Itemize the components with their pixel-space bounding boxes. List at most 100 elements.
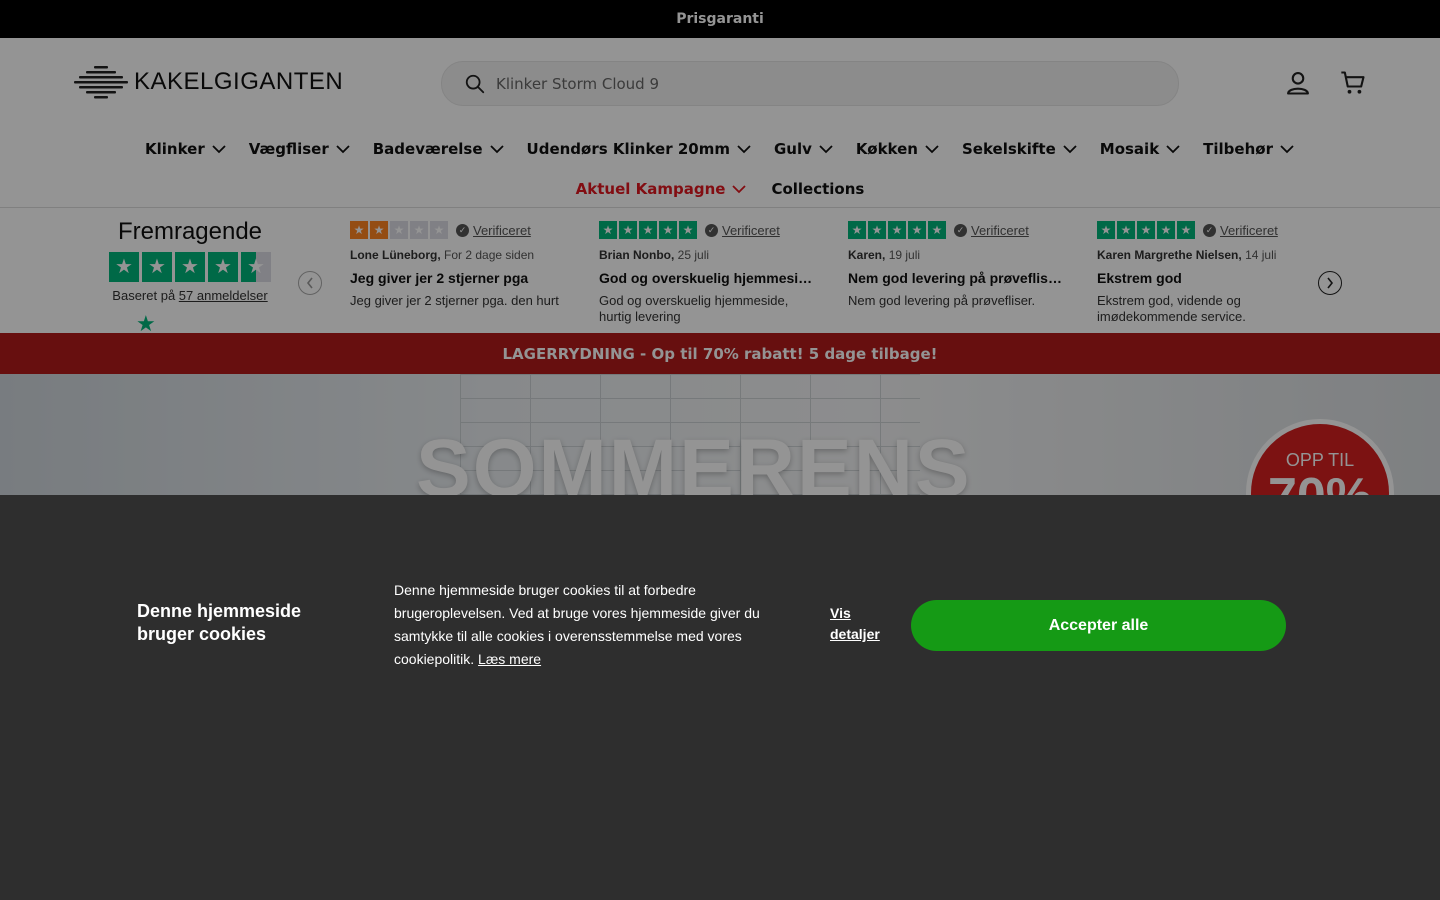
- review-stars: ★ ★ ★ ★ ★ ✓ Verificeret: [848, 221, 1068, 239]
- review-card[interactable]: ★ ★ ★ ★ ★ ✓ Verificeret Brian Nonbo, 25 j…: [599, 221, 819, 325]
- promo-text: LAGERRYDNING - Op til 70% rabatt! 5 dage…: [502, 344, 938, 363]
- cookie-title: Denne hjemmeside bruger cookies: [137, 601, 302, 644]
- star-icon: ★: [1157, 221, 1175, 239]
- chevron-down-icon: [925, 145, 939, 154]
- cookie-description: Denne hjemmeside bruger cookies til at f…: [394, 582, 760, 667]
- verified-link[interactable]: ✓ Verificeret: [705, 223, 780, 238]
- user-icon: [1287, 72, 1309, 95]
- verified-link[interactable]: ✓ Verificeret: [1203, 223, 1278, 238]
- cookie-consent-banner: Denne hjemmeside bruger cookies Denne hj…: [0, 495, 1440, 900]
- chevron-down-icon: [1166, 145, 1180, 154]
- announcement-bar: Prisgaranti: [0, 0, 1440, 38]
- trustpilot-stars: ★ ★ ★ ★ ★: [100, 252, 280, 282]
- star-icon: ★: [619, 221, 637, 239]
- review-title: Jeg giver jer 2 stjerner pga: [350, 270, 529, 286]
- chevron-down-icon: [1063, 145, 1077, 154]
- star-icon: ★: [1097, 221, 1115, 239]
- star-icon: ★: [208, 252, 238, 282]
- verified-link[interactable]: ✓ Verificeret: [954, 223, 1029, 238]
- review-stars: ★ ★ ★ ★ ★ ✓ Verificeret: [599, 221, 819, 239]
- star-icon: ★: [350, 221, 368, 239]
- accept-all-button[interactable]: Accepter alle: [911, 600, 1286, 651]
- star-icon: ★: [175, 252, 205, 282]
- review-title: Ekstrem god: [1097, 270, 1182, 286]
- cart-icon: [1341, 71, 1365, 94]
- star-icon: ★: [142, 252, 172, 282]
- trustpilot-rating-title: Fremragende: [117, 218, 263, 245]
- badge-value: 70%: [1251, 467, 1389, 495]
- reviews-next-button[interactable]: [1318, 271, 1342, 295]
- trustpilot-review-count: Baseret på 57 anmeldelser: [112, 288, 268, 303]
- chevron-down-icon: [732, 185, 747, 194]
- review-card[interactable]: ★ ★ ★ ★ ★ ✓ Verificeret Karen Margrethe N…: [1097, 221, 1317, 325]
- chevron-right-icon: [1327, 277, 1334, 289]
- trustpilot-widget: Fremragende ★ ★ ★ ★ ★ Baseret på 57 anme…: [0, 208, 1440, 333]
- main-navigation: Klinker Vægfliser Badeværelse Udendørs K…: [0, 126, 1440, 208]
- review-body: God og overskuelig hjemmeside, hurtig le…: [599, 293, 789, 324]
- star-icon: ★: [659, 221, 677, 239]
- star-icon: ★: [1177, 221, 1195, 239]
- checkmark-icon: ✓: [1203, 223, 1216, 237]
- nav-item-udendors-klinker[interactable]: Udendørs Klinker 20mm: [527, 138, 752, 160]
- hero-title: SOMMERENS: [416, 423, 972, 495]
- review-author: Karen, 19 juli: [848, 248, 921, 262]
- review-body: Jeg giver jer 2 stjerner pga. den hurt: [350, 293, 559, 308]
- review-author: Brian Nonbo, 25 juli: [599, 248, 710, 262]
- nav-item-vaegfliser[interactable]: Vægfliser: [249, 138, 351, 160]
- search-bar[interactable]: [441, 61, 1179, 106]
- promo-banner[interactable]: LAGERRYDNING - Op til 70% rabatt! 5 dage…: [0, 333, 1440, 374]
- review-stars: ★ ★ ★ ★ ★ ✓ Verificeret: [350, 221, 570, 239]
- trustpilot-summary: Fremragende ★ ★ ★ ★ ★ Baseret på 57 anme…: [100, 218, 280, 303]
- announcement-text[interactable]: Prisgaranti: [676, 11, 764, 27]
- account-button[interactable]: [1283, 68, 1313, 98]
- chevron-down-icon: [336, 145, 350, 154]
- chevron-down-icon: [489, 145, 504, 154]
- nav-item-badevaerelse[interactable]: Badeværelse: [373, 138, 505, 160]
- cart-button[interactable]: [1338, 68, 1368, 98]
- hero-banner[interactable]: SOMMERENS OPP TIL 70%: [0, 374, 1440, 495]
- nav-item-klinker[interactable]: Klinker: [145, 138, 227, 160]
- star-icon: ★: [908, 221, 926, 239]
- star-icon: ★: [868, 221, 886, 239]
- star-icon: ★: [928, 221, 946, 239]
- nav-item-mosaik[interactable]: Mosaik: [1100, 138, 1181, 160]
- star-icon: ★: [639, 221, 657, 239]
- nav-row-primary: Klinker Vægfliser Badeværelse Udendørs K…: [0, 138, 1440, 160]
- checkmark-icon: ✓: [456, 223, 469, 237]
- star-icon: ★: [430, 221, 448, 239]
- discount-badge: OPP TIL 70%: [1246, 419, 1394, 495]
- logo-text: KAKELGIGANTEN: [134, 68, 344, 95]
- reviews-prev-button[interactable]: [298, 271, 322, 295]
- half-star-icon: ★: [241, 252, 271, 282]
- nav-item-aktuel-kampagne[interactable]: Aktuel Kampagne: [576, 178, 748, 200]
- nav-item-tilbehor[interactable]: Tilbehør: [1203, 138, 1295, 160]
- star-icon: ★: [599, 221, 617, 239]
- reviews-link[interactable]: 57 anmeldelser: [179, 288, 268, 303]
- search-input[interactable]: [496, 74, 1096, 93]
- star-icon: ★: [848, 221, 866, 239]
- star-icon: ★: [410, 221, 428, 239]
- star-icon: ★: [888, 221, 906, 239]
- logo[interactable]: KAKELGIGANTEN: [74, 64, 343, 100]
- review-card[interactable]: ★ ★ ★ ★ ★ ✓ Verificeret Karen, 19 juli Ne…: [848, 221, 1068, 325]
- review-author: Lone Lüneborg, For 2 dage siden: [350, 248, 535, 262]
- review-title: Nem god levering på prøvefliser…: [848, 270, 1068, 286]
- nav-item-sekelskifte[interactable]: Sekelskifte: [962, 138, 1078, 160]
- checkmark-icon: ✓: [705, 223, 718, 237]
- star-icon: ★: [679, 221, 697, 239]
- review-card[interactable]: ★ ★ ★ ★ ★ ✓ Verificeret Lone Lüneborg, Fo…: [350, 221, 570, 325]
- star-icon: ★: [1137, 221, 1155, 239]
- nav-item-collections[interactable]: Collections: [771, 178, 864, 200]
- chevron-left-icon: [306, 277, 313, 289]
- search-icon[interactable]: [464, 73, 486, 95]
- read-more-link[interactable]: Læs mere: [478, 651, 541, 667]
- nav-item-kokken[interactable]: Køkken: [856, 138, 940, 160]
- review-body: Ekstrem god, vidende og imødekommende se…: [1097, 293, 1246, 324]
- chevron-down-icon: [1280, 145, 1294, 154]
- site-header: KAKELGIGANTEN: [0, 38, 1440, 126]
- nav-item-gulv[interactable]: Gulv: [774, 138, 834, 160]
- verified-link[interactable]: ✓ Verificeret: [456, 223, 531, 238]
- show-details-link[interactable]: Vis detaljer: [830, 603, 900, 645]
- logo-icon: [74, 66, 128, 99]
- review-author: Karen Margrethe Nielsen, 14 juli: [1097, 248, 1277, 262]
